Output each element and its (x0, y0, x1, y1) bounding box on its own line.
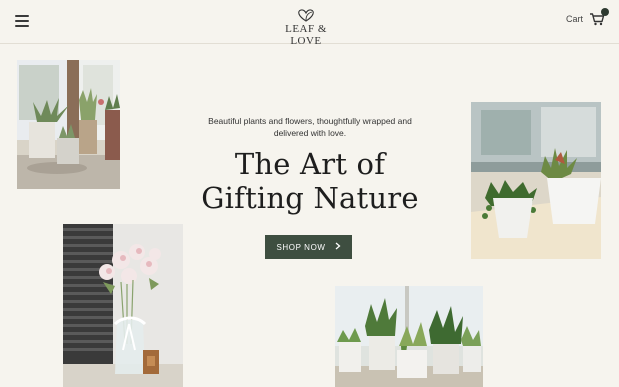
brand-logo[interactable]: LEAF & LOVE (268, 8, 344, 47)
heart-leaf-icon (298, 9, 314, 22)
windowsill-succulents-photo (17, 60, 120, 189)
shopping-cart-icon (589, 8, 609, 26)
site-header: LEAF & LOVE Cart (0, 0, 619, 47)
cart-count-badge (601, 8, 609, 16)
hero-section: Beautiful plants and flowers, thoughtful… (190, 115, 430, 215)
shop-now-button[interactable]: SHOP NOW (265, 235, 352, 259)
hero-headline: The Art of Gifting Nature (190, 147, 430, 215)
logo-text: LEAF & LOVE (285, 23, 327, 47)
hero-headline-line1: The Art of (234, 147, 386, 181)
potted-plants-row-photo (335, 286, 483, 387)
shop-now-label: SHOP NOW (276, 242, 326, 252)
hamburger-menu-icon[interactable] (15, 15, 29, 27)
potted-succulents-window-photo (471, 102, 601, 259)
hero-tagline: Beautiful plants and flowers, thoughtful… (208, 116, 412, 138)
chevron-right-icon (335, 242, 341, 253)
cart-label: Cart (565, 14, 583, 24)
flowers-in-vase-photo (63, 224, 183, 387)
cart-button[interactable]: Cart (565, 8, 609, 26)
hero-headline-line2: Gifting Nature (201, 181, 419, 215)
